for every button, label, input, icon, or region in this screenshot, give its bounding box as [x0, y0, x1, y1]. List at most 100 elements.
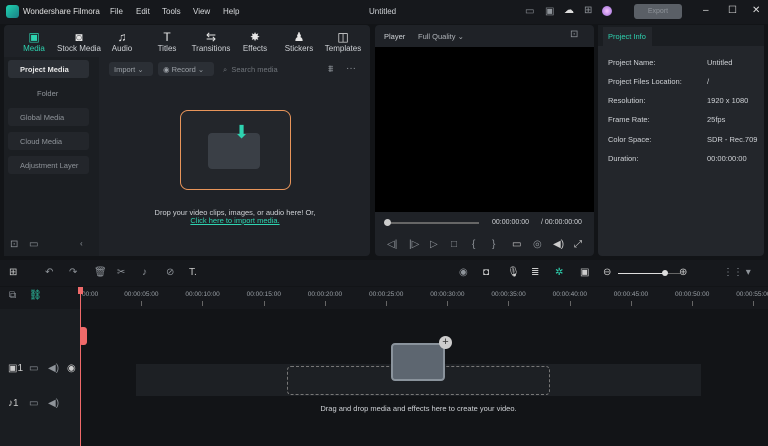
info-value: 25fps	[707, 115, 726, 124]
filter-icon[interactable]: ⩩	[328, 64, 333, 75]
sidebar-item-global-media[interactable]: Global Media	[8, 108, 89, 126]
link-icon[interactable]: ⛓	[29, 290, 42, 301]
tab-titles[interactable]: T Titles	[143, 30, 191, 53]
sidebar-label: Global Media	[20, 113, 65, 122]
menu-file[interactable]: File	[110, 7, 123, 16]
display-icon[interactable]: ▭	[512, 239, 521, 250]
scope-icon[interactable]: ⊡	[570, 29, 578, 40]
snapshot-icon[interactable]: ◎	[533, 239, 542, 250]
zoom-out-icon[interactable]: ⊖	[603, 267, 611, 278]
menu-help[interactable]: Help	[223, 7, 239, 16]
info-key: Duration:	[608, 154, 639, 163]
sidebar-label: Adjustment Layer	[20, 161, 79, 170]
ruler-tick-label: 00:00:25:00	[369, 291, 404, 298]
volume-icon[interactable]: ◀)	[553, 239, 564, 250]
import-media-link[interactable]: Click here to import media.	[100, 216, 370, 225]
project-title: Untitled	[369, 7, 397, 16]
collapse-icon[interactable]: ‹	[80, 239, 83, 248]
sidebar-label: Folder	[37, 89, 59, 98]
tab-project-info[interactable]: Project Info	[603, 27, 652, 46]
audio-edit-icon[interactable]: ♪	[142, 267, 147, 278]
cut-icon[interactable]: ✂	[117, 267, 125, 278]
mute-icon[interactable]: ◀)	[48, 363, 59, 374]
close-icon[interactable]: ✕	[752, 5, 760, 16]
cloud-icon[interactable]: ☁	[564, 5, 574, 16]
more-icon[interactable]: ···	[346, 63, 356, 74]
mark-in-icon[interactable]: {	[472, 239, 475, 250]
new-folder-icon[interactable]: ⊡	[10, 239, 18, 250]
avatar[interactable]	[602, 6, 612, 16]
minimize-icon[interactable]: –	[703, 5, 709, 16]
folder-icon[interactable]: ▭	[29, 239, 38, 250]
text-icon: T	[163, 30, 171, 44]
next-frame-icon[interactable]: |▷	[409, 239, 419, 250]
eye-icon[interactable]: ◉	[67, 363, 76, 374]
stock-icon: ◙	[75, 30, 83, 44]
record-button[interactable]: ◉ Record ⌄	[158, 62, 214, 76]
ai-icon[interactable]: ✲	[555, 267, 563, 278]
sparkle-icon: ✸	[249, 30, 261, 44]
ruler-tick	[753, 301, 755, 306]
search-input[interactable]: ⌕ Search media	[223, 65, 278, 75]
seek-handle[interactable]	[384, 219, 391, 226]
delete-icon[interactable]: 🗑	[94, 267, 107, 278]
menu-view[interactable]: View	[193, 7, 210, 16]
mark-out-icon[interactable]: }	[492, 239, 495, 250]
tab-transitions[interactable]: ⇆ Transitions	[187, 30, 235, 53]
tag-icon[interactable]: ⊘	[166, 267, 174, 278]
ruler-tick-label: 00:00:45:00	[613, 291, 649, 298]
quality-select[interactable]: Full Quality ⌄	[418, 32, 464, 41]
tab-media[interactable]: ▣ Media	[10, 30, 58, 53]
grid-icon[interactable]: ⊞	[584, 5, 592, 16]
ruler-tick	[630, 301, 632, 306]
marker-icon[interactable]: ◘	[483, 267, 489, 278]
folder-track-icon[interactable]: ▭	[29, 398, 38, 409]
zoom-in-icon[interactable]: ⊕	[679, 267, 687, 278]
layout-icon[interactable]: ▭	[525, 6, 534, 17]
maximize-icon[interactable]: ☐	[728, 5, 737, 16]
info-value: /	[707, 77, 710, 86]
mute-icon[interactable]: ◀)	[48, 398, 59, 409]
sticker-icon: ♟	[293, 30, 305, 44]
menu-edit[interactable]: Edit	[136, 7, 150, 16]
save-icon[interactable]: ▣	[545, 6, 554, 17]
undo-icon[interactable]: ↶	[45, 267, 53, 278]
layout-grid-icon[interactable]: ⊞	[9, 267, 17, 278]
playhead-handle[interactable]	[78, 287, 83, 294]
seek-bar[interactable]	[386, 222, 479, 224]
mic-icon[interactable]: 🎙	[507, 267, 520, 278]
zoom-handle[interactable]	[661, 270, 668, 276]
sidebar-item-cloud-media[interactable]: Cloud Media	[8, 132, 89, 150]
tab-stock-media[interactable]: ◙ Stock Media	[55, 30, 103, 53]
tab-stickers[interactable]: ♟ Stickers	[275, 30, 323, 53]
fullscreen-icon[interactable]: ⤢	[574, 239, 582, 250]
render-icon[interactable]: ◉	[459, 267, 468, 278]
sidebar-item-adjustment-layer[interactable]: Adjustment Layer	[8, 156, 89, 174]
ruler-tick-label: 00:00:50:00	[675, 291, 710, 298]
sidebar-item-project-media[interactable]: Project Media	[8, 60, 89, 78]
redo-icon[interactable]: ↷	[69, 267, 77, 278]
stop-icon[interactable]: □	[451, 239, 457, 250]
tab-effects[interactable]: ✸ Effects	[231, 30, 279, 53]
sidebar-item-folder[interactable]: Folder	[8, 84, 89, 102]
export-button[interactable]: Export	[634, 4, 682, 19]
ruler-tick	[202, 301, 204, 306]
tab-templates[interactable]: ◫ Templates	[319, 30, 367, 53]
prev-frame-icon[interactable]: ◁|	[387, 239, 397, 250]
text-icon[interactable]: T.	[189, 267, 197, 278]
import-dropzone[interactable]: ⬇	[180, 110, 291, 190]
play-icon[interactable]: ▷	[430, 239, 438, 250]
audio-mix-icon[interactable]: ≣	[531, 267, 539, 278]
video-track-icon: ▣1	[8, 363, 24, 374]
add-track-icon[interactable]: ⧉	[9, 290, 16, 301]
ruler-tick	[263, 301, 265, 306]
menu-tools[interactable]: Tools	[162, 7, 181, 16]
folder-track-icon[interactable]: ▭	[29, 363, 38, 374]
playhead[interactable]	[80, 287, 81, 446]
info-key: Resolution:	[608, 96, 646, 105]
pip-icon[interactable]: ▣	[580, 267, 589, 278]
zoom-slider[interactable]	[618, 273, 680, 274]
tab-audio[interactable]: ♫ Audio	[98, 30, 146, 53]
track-settings-icon[interactable]: ⋮⋮ ▾	[723, 267, 751, 278]
import-button[interactable]: Import ⌄	[109, 62, 153, 76]
